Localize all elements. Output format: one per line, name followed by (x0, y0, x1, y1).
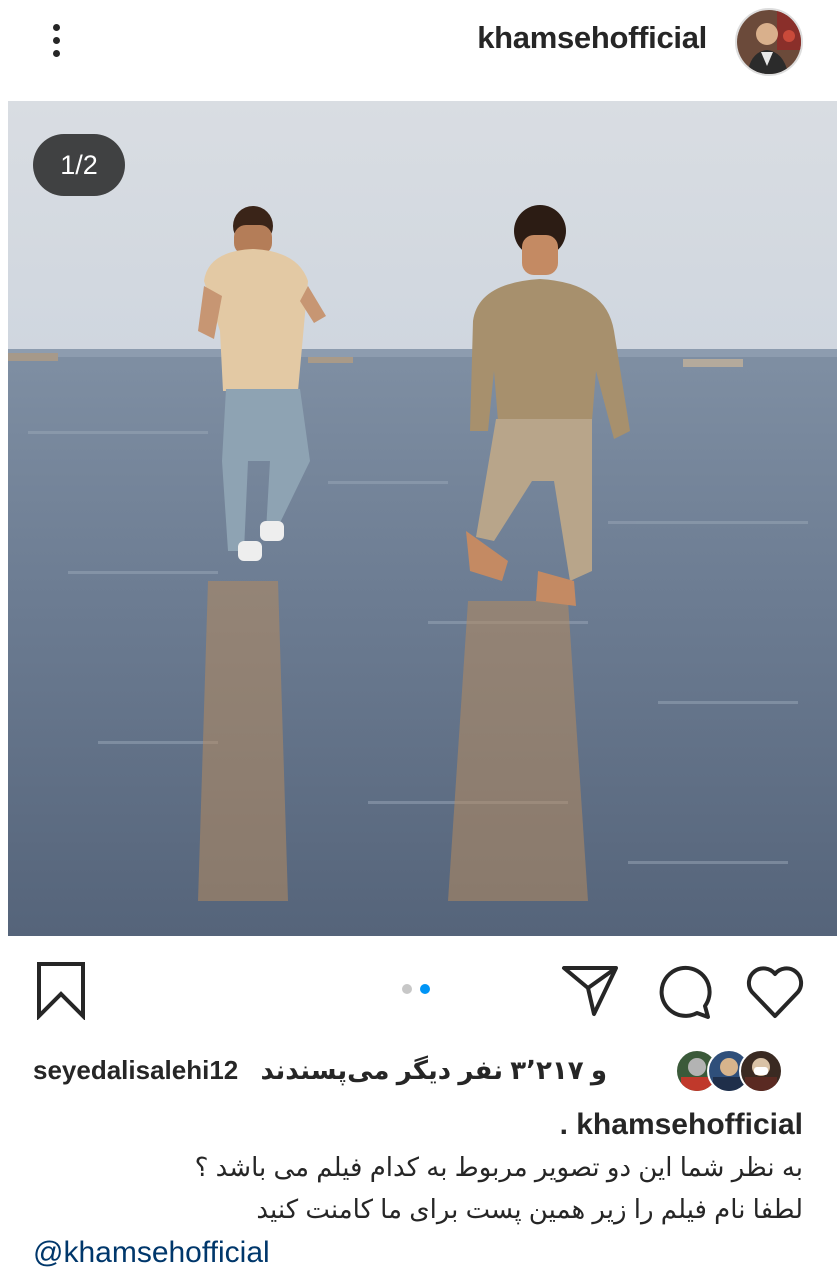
send-icon (562, 966, 618, 1016)
caption-mention[interactable]: @khamsehofficial (33, 1236, 270, 1270)
bookmark-button[interactable] (34, 960, 88, 1021)
caption-username[interactable]: khamsehofficial . (560, 1108, 803, 1142)
like-button[interactable] (744, 964, 806, 1020)
comment-icon (659, 965, 712, 1019)
post-header: khamsehofficial (0, 0, 837, 100)
more-dot (52, 36, 60, 44)
caption-line: لطفا نام فیلم را زیر همین پست برای ما کا… (256, 1194, 803, 1224)
likes-row[interactable]: seyedalisalehi12 و ۳٬۲۱۷ نفر دیگر می‌پسن… (0, 1045, 837, 1097)
bookmark-icon (37, 962, 85, 1021)
more-dot (52, 49, 60, 57)
more-vertical-icon (52, 23, 60, 31)
avatar[interactable] (735, 8, 803, 76)
comment-button[interactable] (654, 962, 714, 1020)
post-username[interactable]: khamsehofficial (477, 20, 707, 56)
liked-by-username[interactable]: seyedalisalehi12 (33, 1055, 238, 1086)
post-photo[interactable] (8, 101, 837, 936)
carousel-indicator (402, 984, 430, 994)
image-counter-badge: 1/2 (33, 134, 125, 196)
heart-icon (746, 966, 804, 1018)
carousel-dot-active (420, 984, 430, 994)
liker-avatars (675, 1049, 785, 1093)
more-options-button[interactable] (36, 18, 76, 62)
carousel-dot (402, 984, 412, 994)
liker-avatar (739, 1049, 783, 1093)
likes-count-text[interactable]: و ۳٬۲۱۷ نفر دیگر می‌پسندند (260, 1055, 607, 1086)
caption-line: به نظر شما این دو تصویر مربوط به کدام فی… (194, 1152, 803, 1182)
share-button[interactable] (560, 962, 620, 1018)
